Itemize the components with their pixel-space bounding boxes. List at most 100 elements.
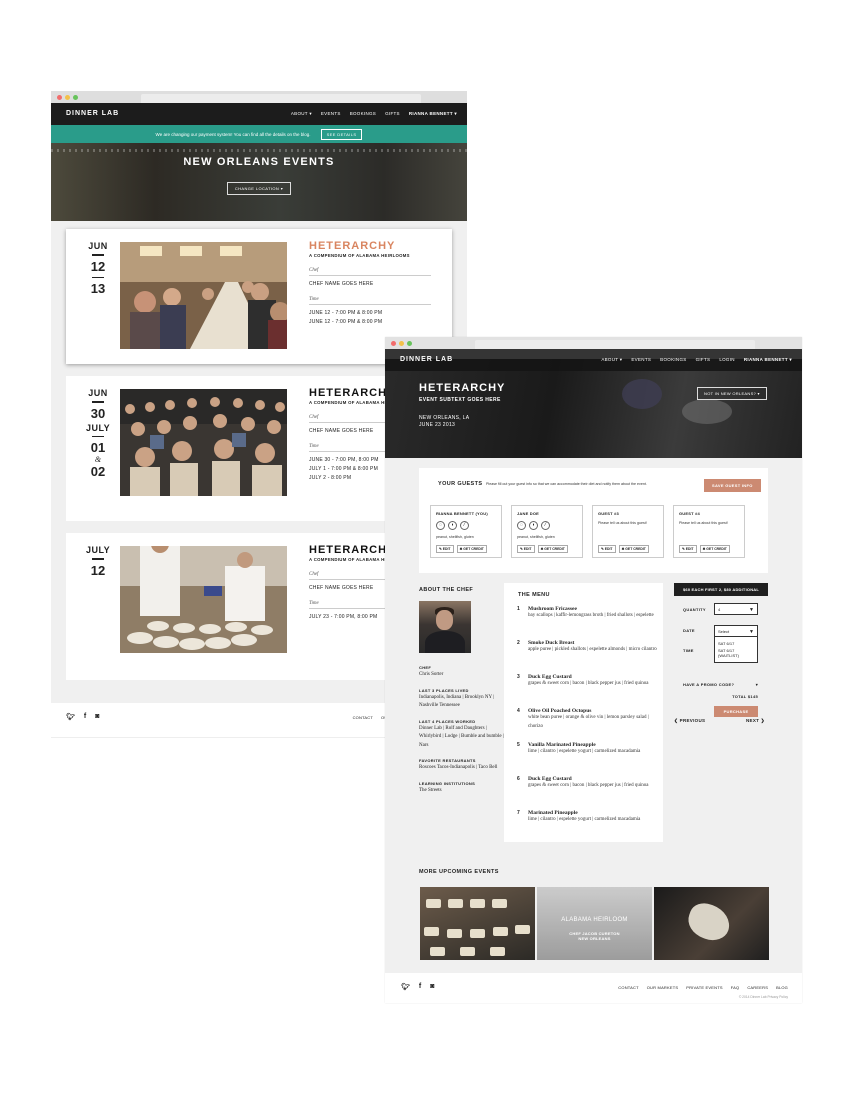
quantity-label: QUANTITY [683, 607, 706, 612]
next-link[interactable]: NEXT ❯ [746, 718, 765, 724]
allergy-icons: ◌ ◗ ⁄ [517, 521, 550, 530]
browser-tab[interactable] [475, 340, 755, 349]
facebook-icon[interactable]: f [419, 983, 421, 991]
footer-link-contact[interactable]: CONTACT [353, 715, 373, 720]
quantity-select[interactable]: 4 ▼ [714, 603, 758, 615]
chef-field-label: LAST 3 PLACES LIVED [419, 687, 469, 693]
event-photo[interactable] [120, 389, 287, 496]
get-credit-button[interactable]: ✖ GET CREDIT [537, 545, 568, 553]
twitter-icon[interactable]: 🐦︎ [66, 713, 75, 721]
event-month: JULY [86, 545, 111, 555]
nav-bookings[interactable]: BOOKINGS [660, 357, 686, 363]
nav-user-menu[interactable]: RIANNA BENNETT ▾ [744, 357, 792, 363]
footer-link-blog[interactable]: BLOG [776, 985, 788, 990]
footer-link-private-events[interactable]: PRIVATE EVENTS [686, 985, 722, 990]
guest-name: RIANNA BENNETT (YOU) [436, 511, 488, 516]
chef-field-value: Indianapolis, Indiana | Brooklyn NY | Na… [419, 694, 495, 709]
dinner-lab-logo[interactable]: DINNER LAB [400, 356, 453, 363]
copyright: © 2014 Dinner Lab Privacy Policy [738, 995, 788, 999]
menu-item-number: 6 [517, 776, 520, 782]
guest-name: GUEST #3 [598, 511, 619, 516]
instagram-icon[interactable]: ◙ [430, 983, 434, 991]
previous-link[interactable]: ❮ PREVIOUS [674, 718, 705, 724]
instagram-icon[interactable]: ◙ [95, 713, 99, 721]
guest-card[interactable]: GUEST #3 Please tell us about this guest… [592, 505, 664, 558]
nav-user-menu[interactable]: RIANNA BENNETT ▾ [409, 111, 457, 117]
date-select[interactable]: Select ▼ [714, 625, 758, 637]
hero-background [51, 149, 467, 152]
twitter-icon[interactable]: 🐦︎ [401, 983, 410, 991]
get-credit-button[interactable]: ✖ GET CREDIT [618, 545, 649, 553]
event-month: JUN [88, 241, 108, 251]
guest-allergies: peanut, shellfish, gluten [436, 535, 474, 539]
date-option[interactable]: SAT 6/17 [718, 640, 754, 647]
close-dot-icon[interactable] [391, 341, 396, 346]
footer-link-faq[interactable]: FAQ [731, 985, 740, 990]
browser-chrome [385, 337, 802, 349]
footer-link-contact[interactable]: CONTACT [618, 985, 638, 990]
change-location-button[interactable]: CHANGE LOCATION ▾ [226, 182, 292, 195]
nav-about[interactable]: ABOUT ▾ [601, 357, 622, 363]
social-links: 🐦︎ f ◙ [66, 713, 99, 721]
upcoming-event-thumb[interactable] [420, 887, 535, 960]
gluten-icon: ⁄ [460, 521, 469, 530]
nav-bookings[interactable]: BOOKINGS [350, 111, 376, 117]
get-credit-button[interactable]: ✖ GET CREDIT [699, 545, 730, 553]
maximize-dot-icon[interactable] [407, 341, 412, 346]
banner-text: We are changing our payment system! You … [155, 131, 311, 137]
facebook-icon[interactable]: f [84, 713, 86, 721]
get-credit-button[interactable]: ✖ GET CREDIT [456, 545, 487, 553]
upcoming-event-thumb[interactable] [654, 887, 769, 960]
chevron-down-icon: ▼ [749, 629, 754, 635]
save-guest-info-button[interactable]: SAVE GUEST INFO [704, 479, 761, 492]
section-title: MORE UPCOMING EVENTS [419, 869, 499, 875]
menu-item-description: bay scallops | kaffir-lemongrass broth |… [528, 613, 654, 618]
event-time: JUNE 12 - 7:00 PM & 8:00 PM [309, 310, 383, 316]
purchase-button[interactable]: PURCHASE [714, 706, 758, 717]
menu-item-description: grapes & sweet corn | bacon | black pepp… [528, 783, 649, 788]
menu-item-description: lime | cilantro | espelette yogurt | car… [528, 749, 641, 754]
maximize-dot-icon[interactable] [73, 95, 78, 100]
chef-field-label: LAST 4 PLACES WORKED [419, 718, 476, 724]
edit-button[interactable]: ✎ EDIT [436, 545, 454, 553]
chef-field-value: Chris Sorter [419, 672, 444, 677]
edit-button[interactable]: ✎ EDIT [679, 545, 697, 553]
menu-item-number: 5 [517, 742, 520, 748]
nav-gifts[interactable]: GIFTS [696, 357, 711, 363]
upcoming-events: ALABAMA HEIRLOOM CHEF JACOB CURETON NEW O… [420, 887, 769, 960]
nav-about[interactable]: ABOUT ▾ [291, 111, 312, 117]
guest-card[interactable]: RIANNA BENNETT (YOU) ◌ ◗ ⁄ peanut, shellfi… [430, 505, 502, 558]
divider [92, 254, 104, 256]
peanut-icon: ◌ [436, 521, 445, 530]
nav-login[interactable]: LOGIN [719, 357, 735, 363]
footer-link-careers[interactable]: CAREERS [747, 985, 768, 990]
minimize-dot-icon[interactable] [65, 95, 70, 100]
change-city-button[interactable]: NOT IN NEW ORLEANS? ▾ [697, 387, 767, 400]
nav-events[interactable]: EVENTS [631, 357, 651, 363]
date-value: Select [718, 629, 730, 634]
promo-code-link[interactable]: HAVE A PROMO CODE? ▾ [683, 682, 758, 687]
nav-events[interactable]: EVENTS [321, 111, 341, 117]
main-nav: ABOUT ▾ EVENTS BOOKINGS GIFTS LOGIN RIAN… [601, 357, 792, 363]
divider [92, 558, 104, 560]
event-photo[interactable] [120, 546, 287, 653]
upcoming-event-thumb[interactable]: ALABAMA HEIRLOOM CHEF JACOB CURETON NEW O… [537, 887, 652, 960]
close-dot-icon[interactable] [57, 95, 62, 100]
browser-tab[interactable] [141, 94, 421, 103]
menu-item-description: white bean puree | orange & olive vin | … [528, 715, 649, 729]
nav-gifts[interactable]: GIFTS [385, 111, 400, 117]
event-title[interactable]: HETERARCHY [309, 240, 431, 252]
see-details-button[interactable]: SEE DETAILS [320, 128, 363, 140]
edit-button[interactable]: ✎ EDIT [517, 545, 535, 553]
gluten-icon: ⁄ [541, 521, 550, 530]
guest-card[interactable]: JANE DOE ◌ ◗ ⁄ peanut, shellfish, gluten ✎… [511, 505, 583, 558]
date-option[interactable]: SAT 6/17 (WAITLIST) [718, 647, 754, 659]
guest-card[interactable]: GUEST #4 Please tell us about this guest… [673, 505, 745, 558]
edit-button[interactable]: ✎ EDIT [598, 545, 616, 553]
event-day: 12 [90, 258, 106, 274]
hero-background [682, 399, 732, 424]
event-photo[interactable] [120, 242, 287, 349]
footer-link-markets[interactable]: OUR MARKETS [647, 985, 679, 990]
dinner-lab-logo[interactable]: DINNER LAB [66, 110, 119, 117]
minimize-dot-icon[interactable] [399, 341, 404, 346]
